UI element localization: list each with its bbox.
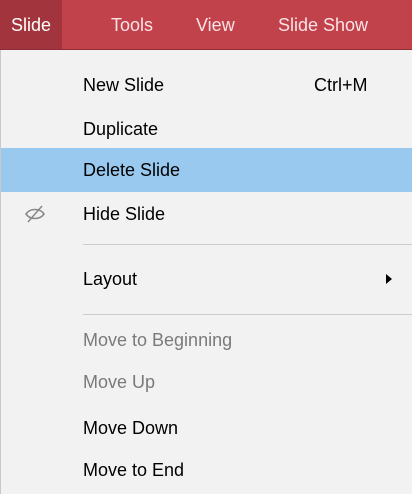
menu-item-label: Hide Slide bbox=[83, 204, 166, 224]
menu-item-duplicate[interactable]: Duplicate bbox=[1, 107, 412, 151]
menu-separator bbox=[83, 314, 412, 315]
menu-item-label: Move to End bbox=[83, 460, 185, 480]
eye-slash-icon bbox=[23, 202, 47, 226]
slide-dropdown-menu: New Slide Ctrl+M Duplicate Delete Slide … bbox=[0, 50, 412, 494]
menu-separator bbox=[83, 244, 412, 245]
menu-view[interactable]: View bbox=[196, 0, 235, 50]
menu-item-move-down[interactable]: Move Down bbox=[1, 406, 412, 450]
menu-slide[interactable]: Slide bbox=[0, 0, 63, 50]
submenu-arrow-icon bbox=[386, 274, 392, 284]
menu-item-move-to-beginning[interactable]: Move to Beginning bbox=[1, 318, 412, 362]
menu-item-move-up[interactable]: Move Up bbox=[1, 360, 412, 404]
menu-item-shortcut: Ctrl+M bbox=[314, 75, 368, 95]
menu-item-label: Move to Beginning bbox=[83, 330, 233, 350]
menu-item-new-slide[interactable]: New Slide Ctrl+M bbox=[1, 63, 412, 107]
menu-item-label: New Slide bbox=[83, 75, 165, 95]
menu-item-label: Move Up bbox=[83, 372, 156, 392]
menu-item-move-to-end[interactable]: Move to End bbox=[1, 448, 412, 492]
menu-item-label: Move Down bbox=[83, 418, 179, 438]
menu-item-label: Layout bbox=[83, 269, 138, 289]
menu-item-delete-slide[interactable]: Delete Slide bbox=[1, 148, 412, 192]
menu-item-label: Duplicate bbox=[83, 119, 159, 139]
menu-slide-show[interactable]: Slide Show bbox=[278, 0, 368, 50]
menu-item-label: Delete Slide bbox=[83, 160, 181, 180]
menu-item-hide-slide[interactable]: Hide Slide bbox=[1, 192, 412, 236]
menu-tools[interactable]: Tools bbox=[111, 0, 153, 50]
menu-bar: Slide Tools View Slide Show bbox=[0, 0, 412, 50]
menu-item-layout[interactable]: Layout bbox=[1, 257, 412, 301]
